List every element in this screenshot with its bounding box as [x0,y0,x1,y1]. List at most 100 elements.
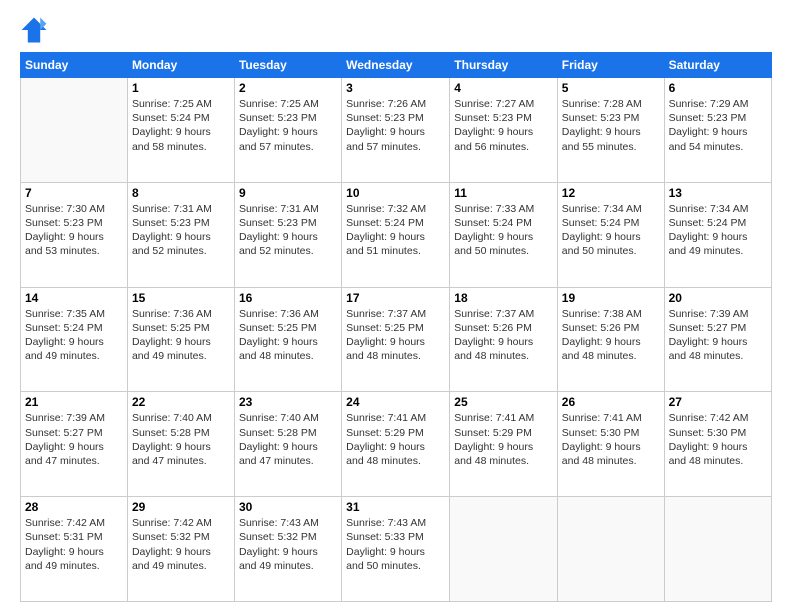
sunrise-text: Sunrise: 7:36 AM [239,308,319,320]
sunrise-text: Sunrise: 7:33 AM [454,203,534,215]
daylight-text: Daylight: 9 hours and 48 minutes. [562,336,641,362]
sunrise-text: Sunrise: 7:25 AM [239,98,319,110]
page: SundayMondayTuesdayWednesdayThursdayFrid… [0,0,792,612]
calendar-cell: 23 Sunrise: 7:40 AM Sunset: 5:28 PM Dayligh… [234,392,341,497]
calendar-cell: 8 Sunrise: 7:31 AMSunset: 5:23 PMDaylight… [127,182,234,287]
calendar-cell: 6Sunrise: 7:29 AMSunset: 5:23 PMDaylight… [664,78,771,183]
calendar-cell: 10Sunrise: 7:32 AMSunset: 5:24 PMDayligh… [342,182,450,287]
sunrise-text: Sunrise: 7:40 AM [239,412,319,424]
day-number: 30 [239,500,337,514]
daylight-text: Daylight: 9 hours and 48 minutes. [562,441,641,467]
daylight-text: Daylight: 9 hours and 48 minutes. [346,336,425,362]
sunrise-text: Sunrise: 7:31 AM [239,203,319,215]
sunset-text: Sunset: 5:25 PM [132,322,210,334]
day-number: 19 [562,291,660,305]
daylight-text: Daylight: 9 hours and 49 minutes. [669,231,748,257]
day-number: 8 [132,186,230,200]
sunset-text: Sunset: 5:29 PM [346,427,424,439]
day-number: 9 [239,186,337,200]
cell-details: Sunrise: 7:39 AMSunset: 5:27 PMDaylight:… [25,411,123,468]
calendar-cell [664,497,771,602]
sunset-text: Sunset: 5:27 PM [669,322,747,334]
daylight-text: Daylight: 9 hours and 48 minutes. [454,441,533,467]
calendar-cell [21,78,128,183]
sunrise-text: Sunrise: 7:34 AM [562,203,642,215]
day-number: 1 [132,81,230,95]
calendar-cell: 7Sunrise: 7:30 AMSunset: 5:23 PMDaylight… [21,182,128,287]
day-number: 26 [562,395,660,409]
sunset-text: Sunset: 5:23 PM [239,217,317,229]
day-number: 17 [346,291,445,305]
calendar-cell: 25Sunrise: 7:41 AMSunset: 5:29 PMDayligh… [450,392,558,497]
calendar-cell: 27Sunrise: 7:42 AMSunset: 5:30 PMDayligh… [664,392,771,497]
cell-details: Sunrise: 7:28 AMSunset: 5:23 PMDaylight:… [562,97,660,154]
calendar-cell [557,497,664,602]
daylight-text: Daylight: 9 hours and 48 minutes. [239,336,318,362]
daylight-text: Daylight: 9 hours and 49 minutes. [239,546,318,572]
sunrise-text: Sunrise: 7:41 AM [454,412,534,424]
sunrise-text: Sunrise: 7:35 AM [25,308,105,320]
sunrise-text: Sunrise: 7:36 AM [132,308,212,320]
daylight-text: Daylight: 9 hours and 48 minutes. [669,441,748,467]
calendar-cell: 1Sunrise: 7:25 AMSunset: 5:24 PMDaylight… [127,78,234,183]
cell-details: Sunrise: 7:36 AMSunset: 5:25 PMDaylight:… [132,307,230,364]
cell-details: Sunrise: 7:31 AMSunset: 5:23 PMDaylight:… [132,202,230,259]
cell-details: Sunrise: 7:34 AMSunset: 5:24 PMDaylight:… [669,202,767,259]
sunrise-text: Sunrise: 7:39 AM [669,308,749,320]
weekday-header: Wednesday [342,53,450,78]
daylight-text: Daylight: 9 hours and 54 minutes. [669,126,748,152]
calendar-week-row: 28Sunrise: 7:42 AMSunset: 5:31 PMDayligh… [21,497,772,602]
sunset-text: Sunset: 5:30 PM [562,427,640,439]
daylight-text: Daylight: 9 hours and 58 minutes. [132,126,211,152]
cell-details: Sunrise: 7:41 AMSunset: 5:29 PMDaylight:… [454,411,553,468]
cell-details: Sunrise: 7:42 AMSunset: 5:31 PMDaylight:… [25,516,123,573]
cell-details: Sunrise: 7:41 AMSunset: 5:30 PMDaylight:… [562,411,660,468]
logo [20,16,50,44]
calendar-cell: 4Sunrise: 7:27 AMSunset: 5:23 PMDaylight… [450,78,558,183]
day-number: 6 [669,81,767,95]
sunrise-text: Sunrise: 7:42 AM [132,517,212,529]
day-number: 20 [669,291,767,305]
sunset-text: Sunset: 5:24 PM [132,112,210,124]
weekday-header: Sunday [21,53,128,78]
calendar-cell: 12Sunrise: 7:34 AMSunset: 5:24 PMDayligh… [557,182,664,287]
day-number: 29 [132,500,230,514]
day-number: 24 [346,395,445,409]
weekday-header: Friday [557,53,664,78]
daylight-text: Daylight: 9 hours and 50 minutes. [346,546,425,572]
sunrise-text: Sunrise: 7:30 AM [25,203,105,215]
sunrise-text: Sunrise: 7:37 AM [346,308,426,320]
cell-details: Sunrise: 7:38 AMSunset: 5:26 PMDaylight:… [562,307,660,364]
day-number: 23 [239,395,337,409]
day-number: 27 [669,395,767,409]
logo-icon [20,16,48,44]
sunset-text: Sunset: 5:26 PM [562,322,640,334]
calendar-table: SundayMondayTuesdayWednesdayThursdayFrid… [20,52,772,602]
day-number: 31 [346,500,445,514]
calendar-week-row: 7Sunrise: 7:30 AMSunset: 5:23 PMDaylight… [21,182,772,287]
day-number: 4 [454,81,553,95]
sunset-text: Sunset: 5:28 PM [239,427,317,439]
sunset-text: Sunset: 5:24 PM [25,322,103,334]
sunrise-text: Sunrise: 7:37 AM [454,308,534,320]
cell-details: Sunrise: 7:26 AMSunset: 5:23 PMDaylight:… [346,97,445,154]
daylight-text: Daylight: 9 hours and 53 minutes. [25,231,104,257]
calendar-week-row: 1 Sunrise: 7:25 AM Sunset: 5:24 PM Daylight… [21,78,772,183]
cell-details: Sunrise: 7:39 AMSunset: 5:27 PMDaylight:… [669,307,767,364]
day-number: 5 [562,81,660,95]
daylight-text: Daylight: 9 hours and 56 minutes. [454,126,533,152]
cell-details: Sunrise: 7:40 AM Sunset: 5:28 PM Daylight:… [239,411,337,468]
sunset-text: Sunset: 5:23 PM [669,112,747,124]
sunset-text: Sunset: 5:31 PM [25,531,103,543]
sunset-text: Sunset: 5:24 PM [669,217,747,229]
day-number: 28 [25,500,123,514]
calendar-cell: 16Sunrise: 7:36 AMSunset: 5:25 PMDayligh… [234,287,341,392]
calendar-cell: 9Sunrise: 7:31 AMSunset: 5:23 PMDaylight… [234,182,341,287]
day-number: 12 [562,186,660,200]
daylight-text: Daylight: 9 hours and 47 minutes. [239,441,318,467]
sunrise-text: Sunrise: 7:42 AM [669,412,749,424]
calendar-cell: 29Sunrise: 7:42 AMSunset: 5:32 PMDayligh… [127,497,234,602]
calendar-cell: 19 Sunrise: 7:38 AMSunset: 5:26 PMDayligh… [557,287,664,392]
daylight-text: Daylight: 9 hours and 50 minutes. [454,231,533,257]
day-number: 18 [454,291,553,305]
